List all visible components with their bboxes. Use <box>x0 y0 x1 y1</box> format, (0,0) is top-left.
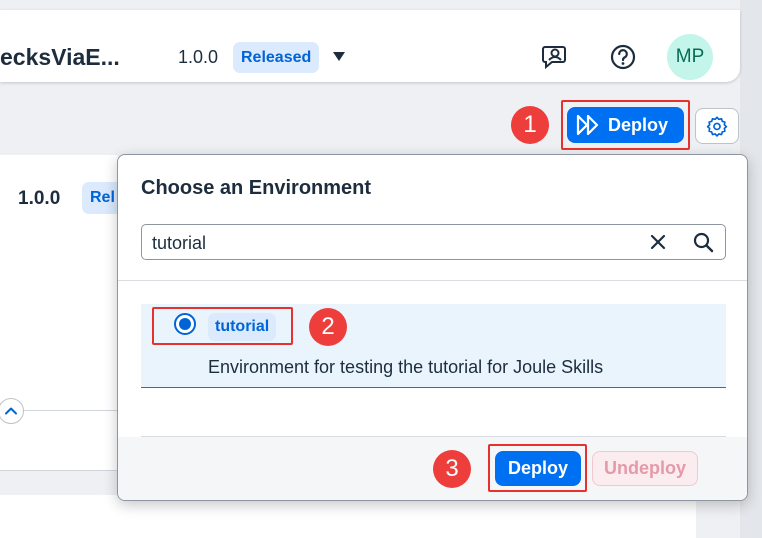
popover-header-separator <box>118 280 747 281</box>
search-input[interactable]: tutorial <box>141 224 726 260</box>
version-label: 1.0.0 <box>178 47 219 67</box>
status-badge: Released <box>233 42 320 73</box>
app-title: ecksViaE... <box>0 44 120 70</box>
callout-number-1: 1 <box>511 106 549 144</box>
settings-icon <box>706 116 728 137</box>
clear-icon[interactable] <box>648 232 668 252</box>
content-status-badge: Rel <box>82 182 122 214</box>
app-header: ecksViaE... 1.0.0 Released MP <box>0 10 740 82</box>
popover-title: Choose an Environment <box>141 177 372 199</box>
callout-number-3: 3 <box>433 450 471 488</box>
content-version: 1.0.0 <box>18 188 61 209</box>
help-icon[interactable] <box>608 42 638 72</box>
environment-description: Environment for testing the tutorial for… <box>208 357 604 377</box>
chevron-up-icon <box>5 407 17 415</box>
settings-button[interactable] <box>695 108 739 144</box>
avatar[interactable]: MP <box>667 34 713 80</box>
search-input-value: tutorial <box>152 233 207 253</box>
callout-number-2: 2 <box>309 308 347 346</box>
callout-highlight-confirm <box>488 444 587 492</box>
divider <box>24 410 118 411</box>
version-dropdown-icon[interactable] <box>333 52 345 61</box>
callout-highlight-deploy <box>561 100 690 150</box>
content-panel-bottom <box>0 495 696 538</box>
chat-icon[interactable] <box>540 42 570 72</box>
search-icon[interactable] <box>692 231 714 253</box>
callout-highlight-environment <box>152 307 293 345</box>
undeploy-button: Undeploy <box>592 451 698 486</box>
